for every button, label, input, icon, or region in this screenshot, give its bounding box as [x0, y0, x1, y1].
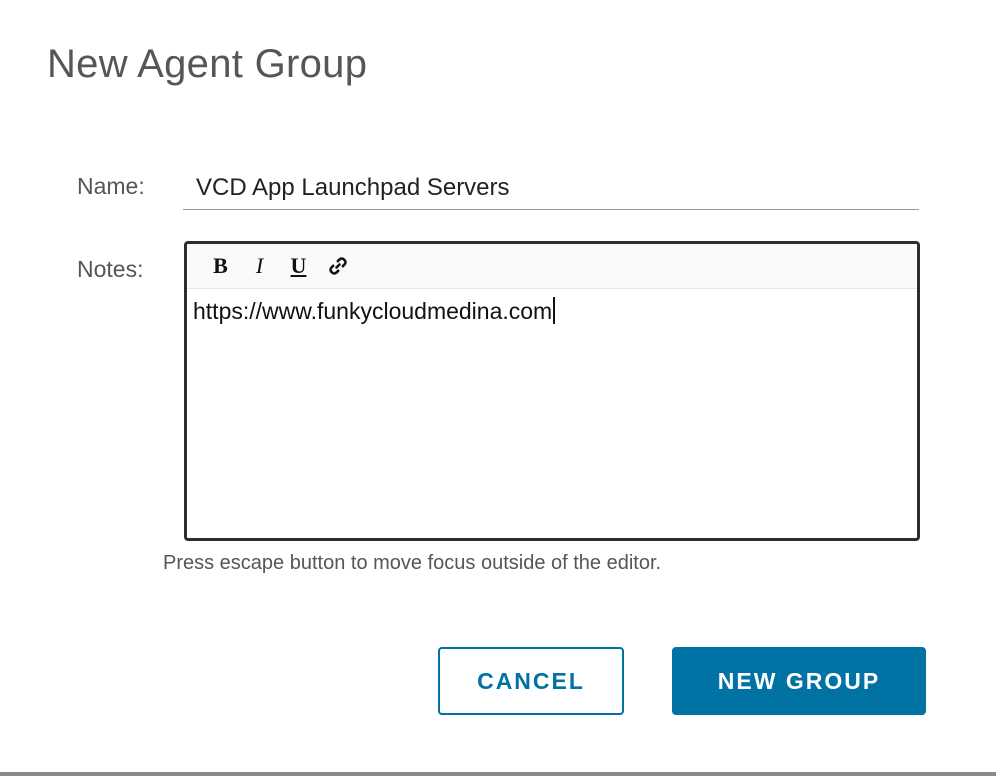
- new-agent-group-dialog: New Agent Group Name: Notes: B I U: [0, 0, 996, 776]
- name-label: Name:: [77, 173, 145, 199]
- editor-hint: Press escape button to move focus outsid…: [163, 552, 662, 574]
- name-input[interactable]: [183, 166, 919, 210]
- cancel-button[interactable]: CANCEL: [438, 647, 624, 715]
- italic-button[interactable]: I: [240, 250, 279, 282]
- notes-label: Notes:: [77, 256, 144, 282]
- notes-editor-content[interactable]: https://www.funkycloudmedina.com: [187, 289, 917, 333]
- new-group-button[interactable]: NEW GROUP: [672, 647, 926, 715]
- notes-text: https://www.funkycloudmedina.com: [193, 298, 553, 324]
- dialog-bottom-border: [0, 772, 996, 776]
- bold-button[interactable]: B: [201, 250, 240, 282]
- editor-toolbar: B I U: [187, 244, 917, 289]
- dialog-title: New Agent Group: [47, 42, 368, 86]
- link-button[interactable]: [318, 250, 357, 282]
- notes-editor[interactable]: B I U https://www.funkycloudmedina.com: [184, 241, 920, 541]
- text-caret: [553, 297, 555, 324]
- underline-button[interactable]: U: [279, 250, 318, 282]
- link-icon: [328, 256, 348, 276]
